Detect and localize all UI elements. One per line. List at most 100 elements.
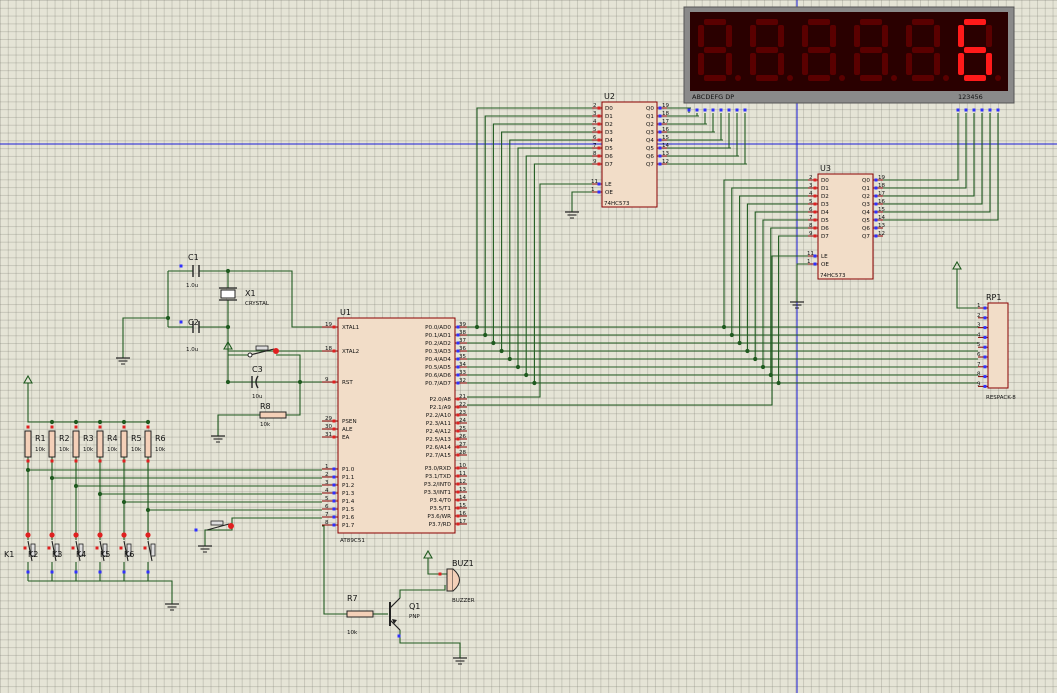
- pin-marker: [98, 459, 102, 463]
- pin-name: Q7: [862, 234, 870, 240]
- buzzer-buz1[interactable]: BUZ1 BUZZER: [423, 549, 475, 604]
- pin-marker: [47, 546, 51, 550]
- pin-marker: [597, 138, 601, 142]
- pin-number: 13: [662, 151, 669, 157]
- buzzer-circuit[interactable]: R7 10k Q1 PNP BUZ1 BUZZER: [346, 549, 475, 638]
- junction-dot: [225, 268, 231, 274]
- power-terminal: [952, 260, 962, 275]
- segment: [750, 53, 756, 75]
- pin-name: Q2: [646, 122, 654, 128]
- pin-number: 18: [878, 183, 885, 189]
- wire: [883, 113, 983, 205]
- pin-marker: [703, 108, 707, 112]
- ref-label: R5: [131, 434, 142, 443]
- ref-label: RP1: [986, 293, 1001, 302]
- pin-marker: [438, 572, 442, 576]
- pin-number: 3: [809, 183, 813, 189]
- pin-number: 14: [878, 215, 885, 221]
- junction-dot: [737, 340, 742, 346]
- junction-dot: [768, 372, 773, 378]
- pin-number: 24: [459, 418, 466, 424]
- pullup-resistor-r3[interactable]: R3 10k: [72, 425, 94, 463]
- pin-marker: [813, 226, 817, 230]
- pin-name: Q3: [646, 130, 654, 136]
- rp1-resistor-pack[interactable]: RP1 RESPACK-8 1 2 3 4 5 6 7 8 9: [952, 260, 1016, 401]
- segment-pins-label: ABCDEFG DP: [692, 93, 734, 101]
- value-label: 10k: [155, 447, 166, 453]
- pin-number: 18: [662, 111, 669, 117]
- pin-marker: [332, 475, 336, 479]
- pin-number: 39: [459, 322, 466, 328]
- schematic-svg[interactable]: ABCDEFG DP 123456U274HC5732 D03 D14 D25 D36 D4…: [0, 0, 1057, 693]
- wire: [122, 317, 168, 352]
- pin-name: Q5: [862, 218, 870, 224]
- pin-name: Q0: [646, 106, 654, 112]
- pin-marker: [332, 483, 336, 487]
- pin-number: 5: [977, 342, 981, 348]
- pin-marker: [813, 210, 817, 214]
- resistor-body: [144, 430, 152, 458]
- resistor-r8[interactable]: R8 10k: [259, 402, 287, 428]
- pin-marker: [332, 435, 336, 439]
- pin-name: LE: [821, 254, 828, 260]
- pullup-resistor-r2[interactable]: R2 10k: [48, 425, 70, 463]
- pin-marker: [146, 425, 150, 429]
- crystal-x1[interactable]: X1 CRYSTAL: [219, 287, 270, 307]
- ref-label: C3: [252, 365, 263, 374]
- segment: [750, 25, 756, 47]
- segment: [704, 19, 726, 25]
- seven-segment-display[interactable]: ABCDEFG DP 123456: [683, 6, 1015, 112]
- key-button[interactable]: [150, 543, 156, 557]
- ref-label: K3: [52, 550, 62, 559]
- pin-marker: [983, 345, 987, 349]
- pin-marker: [179, 264, 183, 268]
- key-k6[interactable]: K6: [124, 532, 156, 574]
- pin-number: 14: [459, 495, 466, 501]
- pin-number: 4: [325, 488, 329, 494]
- key-contact: [25, 532, 31, 538]
- pin-name: P2.4/A12: [426, 429, 451, 435]
- pin-name: D7: [821, 234, 829, 240]
- capacitor-c2[interactable]: C2 1.0u: [179, 318, 200, 353]
- pin-number: 27: [459, 442, 466, 448]
- pin-name: P1.5: [342, 507, 355, 513]
- switch-contact: [228, 523, 234, 529]
- keypad-circuit[interactable]: R1 10k K1 R2 10k K2 R3 10k K3 R4 10k K4 R5 10k K5 R6 10k…: [4, 374, 234, 574]
- schematic-canvas[interactable]: ABCDEFG DP 123456 U2 74HC573 2 D0 3 D1 4 D2 5 D3 6 D4…: [0, 0, 1057, 693]
- u3-latch[interactable]: U3 74HC573 2 D0 3 D1 4 D2 5 D3 6 D4 7 D5 8 D6 9 D7 19 Q0 18 Q…: [807, 164, 885, 280]
- pin-name: D3: [821, 202, 829, 208]
- transistor-q1[interactable]: Q1 PNP: [389, 597, 420, 638]
- decimal-point: [735, 75, 741, 81]
- segment: [778, 53, 784, 75]
- pin-marker: [332, 523, 336, 527]
- u2-latch[interactable]: U2 74HC573 2 D0 3 D1 4 D2 5 D3 6 D4 7 D5 8 D6 9 D7 19 Q0 18 Q…: [591, 92, 669, 208]
- wire: [51, 457, 322, 479]
- pin-name: Q3: [862, 202, 870, 208]
- pullup-resistor-r4[interactable]: R4 10k: [96, 425, 118, 463]
- pin-number: 2: [977, 313, 981, 319]
- pin-name: Q1: [862, 186, 870, 192]
- pin-marker: [23, 546, 27, 550]
- pin-number: 17: [878, 191, 885, 197]
- switch-button[interactable]: [210, 520, 224, 526]
- resistor-r7[interactable]: R7 10k: [346, 594, 374, 636]
- ref-label: K2: [28, 550, 38, 559]
- segment: [698, 53, 704, 75]
- segment: [704, 47, 726, 53]
- u1-microcontroller[interactable]: U1AT89C5119 XTAL118 XTAL29 RST29 PSEN30 ALE31…: [322, 308, 467, 544]
- pullup-resistor-r6[interactable]: R6 10k: [144, 425, 166, 463]
- oscillator-circuit[interactable]: C1 1.0u C2 1.0u X1 CRYSTAL: [179, 253, 270, 353]
- wire: [739, 195, 808, 343]
- pin-name: P3.7/RD: [429, 522, 451, 528]
- pin-name: Q6: [862, 226, 870, 232]
- segment: [860, 75, 882, 81]
- buzzer-horn: [452, 568, 460, 592]
- segment: [802, 25, 808, 47]
- resistor-body: [346, 610, 374, 618]
- reset-switch-button[interactable]: [255, 345, 269, 351]
- pullup-resistor-r1[interactable]: R1 10k: [24, 425, 46, 463]
- part-label: BUZZER: [452, 598, 475, 604]
- pin-marker: [74, 459, 78, 463]
- wire: [227, 355, 322, 383]
- pullup-resistor-r5[interactable]: R5 10k: [120, 425, 142, 463]
